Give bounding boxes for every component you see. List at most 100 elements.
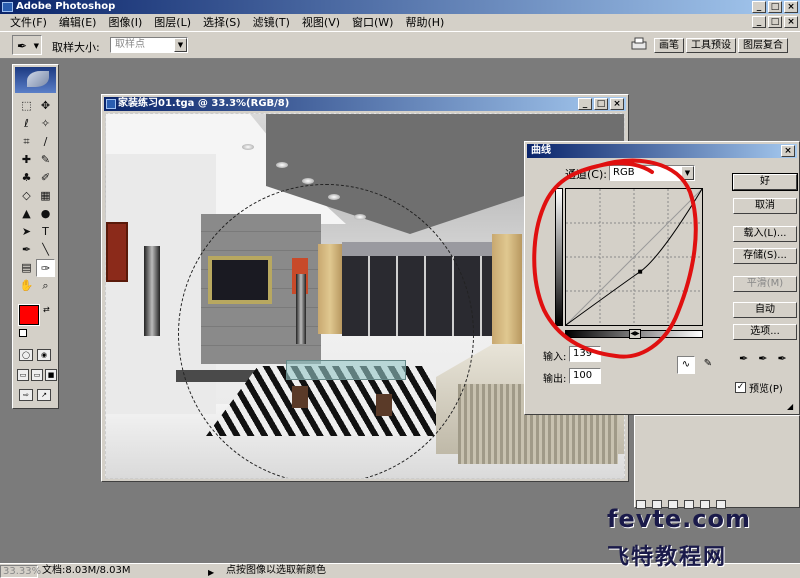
sample-size-value: 取样点 [115,39,145,50]
menu-filter[interactable]: 滤镜(T) [247,14,296,31]
standard-mode-button[interactable]: ◯ [19,349,33,361]
curve-plot[interactable] [565,188,703,326]
curve-tool-icon[interactable]: ∿ [677,356,695,374]
auto-button[interactable]: 自动 [733,302,797,318]
smooth-button[interactable]: 平滑(M) [733,276,797,292]
doc-close-button[interactable]: × [784,16,798,28]
input-field[interactable]: 139 [569,346,601,362]
magic-wand-tool-icon[interactable]: ✧ [36,115,55,133]
doc-window-maximize-button[interactable]: □ [594,98,608,110]
tool-grid: ⬚ ✥ ℓ ✧ ⌗ ∕ ✚ ✎ ♣ ✐ ◇ ▦ ▲ ● ➤ T ✒ ╲ ▤ ✑ … [17,97,55,295]
color-swatches: ⇄ [18,304,55,341]
ok-button[interactable]: 好 [732,173,798,191]
black-point-eyedropper-icon[interactable]: ✒ [739,352,748,365]
tab-tool-presets[interactable]: 工具预设 [686,38,736,53]
save-button[interactable]: 存储(S)... [733,248,797,264]
lasso-tool-icon[interactable]: ℓ [17,115,36,133]
zoom-field[interactable]: 33.33% [0,565,41,578]
move-tool-icon[interactable]: ✥ [36,97,55,115]
status-message: 点按图像以选取新颜色 [226,565,326,576]
blur-tool-icon[interactable]: ▲ [17,205,36,223]
hand-tool-icon[interactable]: ✋ [17,277,36,295]
menu-select[interactable]: 选择(S) [197,14,247,31]
layers-palette [634,415,800,508]
brush-tool-icon[interactable]: ✎ [36,151,55,169]
sample-size-label: 取样大小: [52,41,100,54]
slice-tool-icon[interactable]: ∕ [36,133,55,151]
adobe-feather-logo[interactable] [15,67,56,93]
options-bar: ✒ ▼ 取样大小: 取样点 ▼ 画笔 工具预设 图层复合 [0,31,800,59]
doc-window-close-button[interactable]: × [610,98,624,110]
eraser-tool-icon[interactable]: ◇ [17,187,36,205]
history-brush-tool-icon[interactable]: ✐ [36,169,55,187]
channel-select[interactable]: RGB ▼ [609,165,695,181]
toolbox: ⬚ ✥ ℓ ✧ ⌗ ∕ ✚ ✎ ♣ ✐ ◇ ▦ ▲ ● ➤ T ✒ ╲ ▤ ✑ … [12,64,59,409]
pen-tool-icon[interactable]: ✒ [17,241,36,259]
file-browser-icon[interactable] [630,37,648,51]
output-field[interactable]: 100 [569,368,601,384]
status-menu-arrow-icon[interactable]: ▶ [208,566,218,577]
preview-checkbox[interactable]: ✓ [735,382,746,393]
standard-screen-mode-button[interactable]: ▭ [17,369,29,381]
clone-stamp-tool-icon[interactable]: ♣ [17,169,36,187]
gray-point-eyedropper-icon[interactable]: ✒ [758,352,767,365]
chevron-down-icon: ▼ [681,166,694,180]
swap-colors-icon[interactable]: ⇄ [43,305,50,314]
foreground-color-swatch[interactable] [18,304,40,326]
doc-minimize-button[interactable]: _ [752,16,766,28]
quick-mask-mode-button[interactable]: ◉ [37,349,51,361]
chevron-down-icon: ▼ [174,38,187,52]
white-point-eyedropper-icon[interactable]: ✒ [777,352,786,365]
default-colors-icon[interactable] [19,329,27,337]
curve-graph[interactable] [565,188,703,326]
menu-layer[interactable]: 图层(L) [148,14,197,31]
gradient-tool-icon[interactable]: ▦ [36,187,55,205]
crop-tool-icon[interactable]: ⌗ [17,133,36,151]
app-title: Adobe Photoshop [16,1,116,12]
document-title-bar[interactable]: 家装练习01.tga @ 33.3%(RGB/8) _ □ × [104,97,626,111]
channel-label: 通道(C): [565,168,607,181]
dodge-tool-icon[interactable]: ● [36,205,55,223]
menu-edit[interactable]: 编辑(E) [53,14,103,31]
notes-tool-icon[interactable]: ▤ [17,259,36,277]
eyedropper-tool-icon[interactable]: ✑ [36,259,55,277]
full-screen-menu-mode-button[interactable]: ▭ [31,369,43,381]
menu-file[interactable]: 文件(F) [4,14,53,31]
expand-dialog-icon[interactable]: ◢ [787,402,797,412]
full-screen-mode-button[interactable]: ■ [45,369,57,381]
type-tool-icon[interactable]: T [36,223,55,241]
jump-to-imageready-button[interactable]: ⇨ [19,389,33,401]
sample-size-select[interactable]: 取样点 ▼ [110,37,188,53]
options-button[interactable]: 选项... [733,324,797,340]
tab-brushes[interactable]: 画笔 [654,38,684,53]
menu-help[interactable]: 帮助(H) [399,14,450,31]
doc-window-minimize-button[interactable]: _ [578,98,592,110]
close-icon[interactable]: × [781,145,795,157]
minimize-button[interactable]: _ [752,1,766,13]
path-selection-tool-icon[interactable]: ➤ [17,223,36,241]
maximize-button[interactable]: □ [768,1,782,13]
gradient-direction-toggle[interactable]: ◀▶ [629,329,641,339]
close-button[interactable]: × [784,1,798,13]
menu-window[interactable]: 窗口(W) [346,14,399,31]
cancel-button[interactable]: 取消 [733,198,797,214]
pencil-icon[interactable]: ✎ [699,356,717,374]
curtain [492,234,522,344]
document-icon [106,99,116,109]
marquee-tool-icon[interactable]: ⬚ [17,97,36,115]
preview-option[interactable]: ✓ 预览(P) [735,380,783,395]
zoom-tool-icon[interactable]: ⌕ [36,277,55,295]
tab-layer-comps[interactable]: 图层复合 [738,38,788,53]
input-label: 输入: [543,352,567,363]
menu-view[interactable]: 视图(V) [296,14,346,31]
healing-brush-tool-icon[interactable]: ✚ [17,151,36,169]
tool-preset-picker[interactable]: ✒ ▼ [12,35,42,55]
menu-image[interactable]: 图像(I) [102,14,148,31]
curve-control-point[interactable] [638,269,643,274]
load-button[interactable]: 载入(L)... [733,226,797,242]
curves-title-bar[interactable]: 曲线 × [527,144,797,158]
imageready-icon[interactable]: ↗ [37,389,51,401]
shape-tool-icon[interactable]: ╲ [36,241,55,259]
doc-restore-button[interactable]: □ [768,16,782,28]
document-size: 文档:8.03M/8.03M [42,565,131,576]
